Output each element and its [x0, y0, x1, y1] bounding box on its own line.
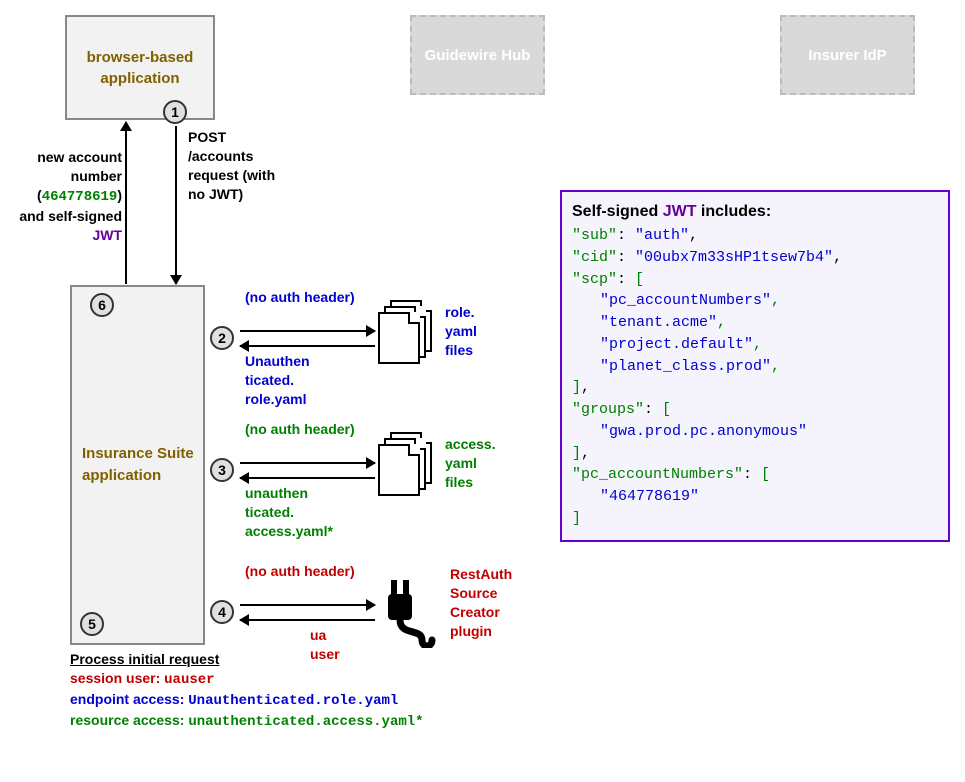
step-badge-1: 1	[163, 100, 187, 124]
footer-session-line: session user: uauser	[70, 669, 550, 690]
jwt-groups-open: "groups": [	[572, 399, 938, 421]
arrow-step2-top	[240, 330, 375, 332]
guidewire-hub-label: Guidewire Hub	[425, 45, 531, 66]
jwt-pcacct-close: ]	[572, 508, 938, 530]
jwt-pcacct-item-0: "464778619"	[572, 486, 938, 508]
step2-top-label: (no auth header)	[245, 288, 375, 307]
jwt-sub-line: "sub": "auth",	[572, 225, 938, 247]
arrow-step4-top	[240, 604, 375, 606]
return-jwt-word: JWT	[92, 227, 122, 243]
return-account-number: 464778619	[42, 189, 118, 205]
insurer-idp-label: Insurer IdP	[808, 45, 886, 66]
arrow-step3-bot	[240, 477, 375, 479]
jwt-scp-item-1: "tenant.acme",	[572, 312, 938, 334]
step-badge-6: 6	[90, 293, 114, 317]
browser-app-box: browser-based application	[65, 15, 215, 120]
guidewire-hub-box: Guidewire Hub	[410, 15, 545, 95]
step2-right-label: role. yaml files	[445, 303, 525, 360]
insurance-suite-label: Insurance Suite application	[82, 443, 203, 488]
arrow-step3-top	[240, 462, 375, 464]
step2-bottom-label: Unauthen ticated. role.yaml	[245, 352, 375, 409]
docs-icon-role	[378, 300, 433, 365]
step-badge-3: 3	[210, 458, 234, 482]
insurer-idp-box: Insurer IdP	[780, 15, 915, 95]
step3-right-label: access. yaml files	[445, 435, 535, 492]
step3-top-label: (no auth header)	[245, 420, 375, 439]
jwt-scp-close: ],	[572, 377, 938, 399]
step-badge-5: 5	[80, 612, 104, 636]
arrow-step4-bot	[240, 619, 375, 621]
insurance-suite-box: Insurance Suite application	[70, 285, 205, 645]
jwt-scp-open: "scp": [	[572, 269, 938, 291]
footer-resource-line: resource access: unauthenticated.access.…	[70, 711, 550, 732]
jwt-scp-item-0: "pc_accountNumbers",	[572, 290, 938, 312]
docs-icon-access	[378, 432, 433, 497]
step4-right-label: RestAuth Source Creator plugin	[450, 565, 550, 641]
return-label: new account number (464778619) and self-…	[12, 148, 122, 244]
jwt-panel: Self-signed JWT includes: "sub": "auth",…	[560, 190, 950, 542]
arrow-step2-bot	[240, 345, 375, 347]
footer-title: Process initial request	[70, 650, 550, 669]
step-badge-2: 2	[210, 326, 234, 350]
jwt-groups-item-0: "gwa.prod.pc.anonymous"	[572, 421, 938, 443]
step3-bottom-label: unauthen ticated. access.yaml*	[245, 484, 395, 541]
footer-endpoint-line: endpoint access: Unauthenticated.role.ya…	[70, 690, 550, 711]
jwt-cid-line: "cid": "00ubx7m33sHP1tsew7b4",	[572, 247, 938, 269]
footer-block: Process initial request session user: ua…	[70, 650, 550, 732]
arrow-post-down	[175, 126, 177, 284]
arrow-return-up	[125, 122, 127, 284]
jwt-pcacct-open: "pc_accountNumbers": [	[572, 464, 938, 486]
step-badge-4: 4	[210, 600, 234, 624]
jwt-scp-item-3: "planet_class.prod",	[572, 356, 938, 378]
jwt-groups-close: ],	[572, 443, 938, 465]
post-request-label: POST /accounts request (with no JWT)	[188, 128, 283, 204]
plug-icon	[378, 578, 438, 648]
jwt-panel-title: Self-signed JWT includes:	[572, 200, 938, 223]
jwt-scp-item-2: "project.default",	[572, 334, 938, 356]
browser-app-label: browser-based application	[67, 47, 213, 89]
step4-top-label: (no auth header)	[245, 562, 375, 581]
